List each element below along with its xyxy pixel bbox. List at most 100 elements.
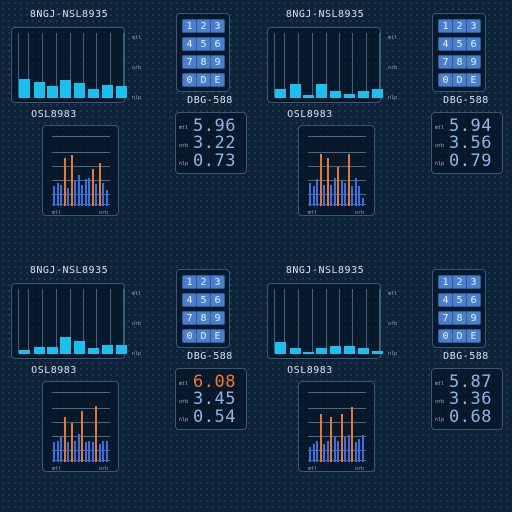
keypad-key[interactable]: 9 — [466, 55, 481, 69]
histogram-title: OSL8983 — [287, 365, 333, 376]
grid-line — [379, 289, 380, 354]
keypad-key[interactable]: E — [210, 329, 225, 343]
keypad-key[interactable]: 5 — [196, 37, 211, 51]
keypad-key[interactable]: 6 — [210, 37, 225, 51]
histogram-bar — [344, 183, 346, 206]
keypad-key[interactable]: 6 — [466, 293, 481, 307]
histogram-bar — [95, 184, 97, 206]
histogram-bar — [337, 167, 339, 206]
histogram-bar — [95, 406, 97, 462]
level-bar — [116, 86, 127, 98]
keypad-key[interactable]: 0 — [438, 73, 453, 87]
histogram-bar — [361, 198, 364, 206]
histogram-bar — [312, 444, 315, 462]
histogram-bar — [354, 442, 357, 462]
axis-label: mtl — [308, 210, 318, 216]
keypad-key[interactable]: E — [466, 73, 481, 87]
level-bar — [275, 342, 286, 354]
debug-readout: 6.08 mtl 3.45 orb 0.54 nlp — [175, 368, 247, 430]
keypad-key[interactable]: 8 — [196, 55, 211, 69]
keypad-key[interactable]: 7 — [182, 55, 197, 69]
level-bar — [47, 347, 58, 354]
keypad-key[interactable]: 5 — [452, 37, 467, 51]
keypad-key[interactable]: 7 — [438, 55, 453, 69]
keypad-key[interactable]: 8 — [452, 311, 467, 325]
readout-value: 3.22 — [193, 133, 236, 153]
widget-cluster: 8NGJ-NSL8935 OSL8983 DBG-588 mtl orb nlp 1 2 3 4 5… — [256, 256, 512, 512]
keypad-key[interactable]: D — [196, 329, 211, 343]
keypad-key[interactable]: 8 — [452, 55, 467, 69]
histogram-bar — [351, 407, 353, 462]
level-bar — [316, 84, 327, 98]
grid-line — [308, 136, 366, 137]
keypad-key[interactable]: 1 — [182, 19, 197, 33]
level-bar-panel: mtl orb nlp — [267, 27, 397, 103]
readout-label: mtl — [179, 125, 189, 131]
level-bar — [316, 348, 327, 354]
keypad-key[interactable]: 2 — [452, 275, 467, 289]
axis-label: nlp — [132, 95, 142, 101]
histogram-bar — [77, 434, 80, 462]
keypad-key[interactable]: 0 — [438, 329, 453, 343]
histogram-bar — [319, 414, 322, 462]
keypad-key[interactable]: D — [452, 73, 467, 87]
keypad-key[interactable]: 9 — [466, 311, 481, 325]
level-bar — [19, 79, 30, 98]
keypad-key[interactable]: 4 — [438, 37, 453, 51]
histogram-bar — [91, 169, 94, 206]
keypad-key[interactable]: E — [210, 73, 225, 87]
bar-panel-title: 8NGJ-NSL8935 — [29, 265, 109, 276]
keypad-key[interactable]: 4 — [182, 293, 197, 307]
keypad-key[interactable]: 1 — [182, 275, 197, 289]
keypad-key[interactable]: 5 — [196, 293, 211, 307]
keypad: 1234567890DE — [176, 269, 230, 348]
keypad-key[interactable]: 4 — [438, 293, 453, 307]
histogram-bar — [63, 158, 66, 206]
keypad-key[interactable]: 0 — [182, 329, 197, 343]
histogram-bar — [67, 442, 69, 462]
histogram-bar — [358, 186, 360, 206]
level-bar — [344, 346, 355, 354]
keypad-key[interactable]: 1 — [438, 19, 453, 33]
keypad-key[interactable]: D — [452, 329, 467, 343]
histogram-bar — [319, 154, 322, 206]
keypad-key[interactable]: 2 — [452, 19, 467, 33]
keypad-key[interactable]: 7 — [438, 311, 453, 325]
readout-value: 3.56 — [449, 133, 492, 153]
keypad-key[interactable]: 3 — [466, 275, 481, 289]
grid-line — [308, 408, 366, 409]
axis-label: mtl — [132, 35, 142, 41]
keypad-key[interactable]: 5 — [452, 293, 467, 307]
readout-label: mtl — [435, 381, 445, 387]
keypad-key[interactable]: 3 — [466, 19, 481, 33]
histogram-bar — [323, 185, 325, 206]
axis-label: nlp — [388, 351, 398, 357]
keypad-key[interactable]: 0 — [182, 73, 197, 87]
readout-label: nlp — [435, 161, 445, 167]
level-bar — [47, 86, 58, 98]
keypad-key[interactable]: 9 — [210, 55, 225, 69]
histogram-bar — [316, 179, 318, 206]
keypad-key[interactable]: E — [466, 329, 481, 343]
widget-cluster: 8NGJ-NSL8935 OSL8983 DBG-588 mtl orb nlp 1 2 3 4 5… — [0, 0, 256, 256]
histogram-bar — [88, 178, 90, 206]
level-bar — [102, 345, 113, 354]
keypad-key[interactable]: 9 — [210, 311, 225, 325]
keypad-key[interactable]: 2 — [196, 275, 211, 289]
keypad-key[interactable]: 6 — [466, 37, 481, 51]
debug-readout: 5.96 mtl 3.22 orb 0.73 nlp — [175, 112, 247, 174]
level-bar — [88, 89, 99, 98]
keypad-key[interactable]: 8 — [196, 311, 211, 325]
keypad-key[interactable]: 7 — [182, 311, 197, 325]
histogram-bar — [309, 447, 311, 462]
keypad-key[interactable]: 3 — [210, 275, 225, 289]
keypad-key[interactable]: 2 — [196, 19, 211, 33]
readout-value: 0.54 — [193, 407, 236, 427]
keypad-key[interactable]: 6 — [210, 293, 225, 307]
keypad-key[interactable]: 3 — [210, 19, 225, 33]
keypad-key[interactable]: 1 — [438, 275, 453, 289]
keypad-key[interactable]: D — [196, 73, 211, 87]
debug-readout-title: DBG-588 — [443, 351, 489, 362]
level-bar — [19, 350, 30, 354]
keypad-key[interactable]: 4 — [182, 37, 197, 51]
